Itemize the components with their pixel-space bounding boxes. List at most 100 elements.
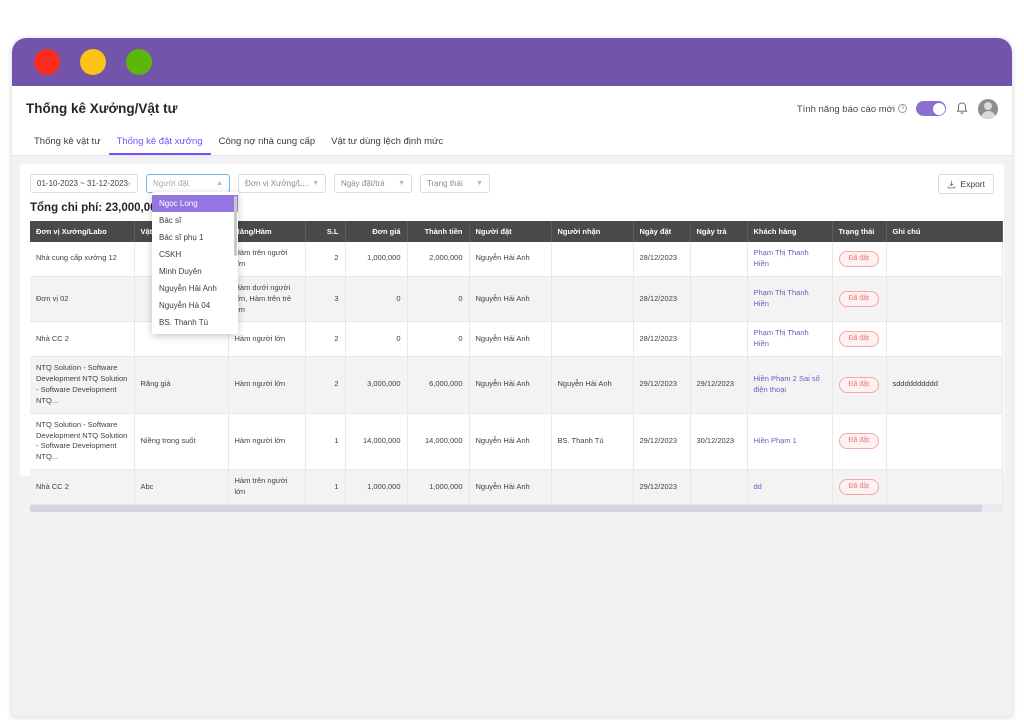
cell-so-luong: 3 (305, 276, 346, 323)
cell-so-luong: 2 (305, 242, 346, 277)
cell-nguoi-dat: Nguyễn Hải Anh (469, 321, 552, 358)
cell-rang-ham: Hàm dưới người lớn, Hàm trên trẻ em (228, 276, 306, 323)
dropdown-option-cskh[interactable]: CSKH (152, 246, 238, 263)
cell-trang-thai: Đã đặt (832, 469, 887, 505)
cell-rang-ham: Hàm người lớn (228, 356, 306, 414)
cell-ghi-chu (886, 276, 1003, 323)
status-badge[interactable]: Đã đặt (838, 290, 880, 308)
tab-thong-ke-vat-tu[interactable]: Thống kê vật tư (26, 136, 109, 155)
cell-nguoi-nhan (551, 276, 634, 323)
nguoi-dat-dropdown[interactable]: Ngọc Long Bác sĩ Bác sĩ phụ 1 CSKH Minh … (152, 192, 238, 334)
dropdown-option-bs-thanh-tu[interactable]: BS. Thanh Tú (152, 314, 238, 331)
chevron-down-icon: ▼ (312, 180, 319, 187)
col-ngay-tra[interactable]: Ngày trả (690, 221, 748, 242)
dropdown-option-nguyen-hai-anh[interactable]: Nguyễn Hải Anh (152, 280, 238, 297)
cell-nguoi-nhan (551, 469, 634, 505)
horizontal-scrollbar-thumb[interactable] (30, 504, 982, 512)
chevron-down-icon: ▼ (398, 180, 405, 187)
close-window-button[interactable] (34, 49, 60, 75)
horizontal-scrollbar-track[interactable] (30, 504, 1002, 512)
bell-icon[interactable] (955, 101, 969, 117)
dropdown-option-ngoc-long[interactable]: Ngọc Long (152, 195, 238, 212)
ngay-dat-tra-label: Ngày đặt/trả (341, 179, 385, 188)
minimize-window-button[interactable] (80, 49, 106, 75)
cell-khach-hang: Hiền Phạm 2 Sai số điện thoại (747, 356, 833, 414)
col-so-luong[interactable]: S.L (305, 221, 346, 242)
app-window: Thống kê Xưởng/Vật tư Tính năng báo cáo … (12, 38, 1012, 716)
col-khach-hang[interactable]: Khách hàng (747, 221, 833, 242)
nguoi-dat-placeholder: Người đặt (153, 179, 189, 188)
col-don-gia[interactable]: Đơn giá (345, 221, 408, 242)
col-thanh-tien[interactable]: Thành tiền (407, 221, 470, 242)
cell-trang-thai: Đã đặt (832, 242, 887, 277)
cell-ghi-chu (886, 469, 1003, 505)
cell-nguoi-nhan: Nguyễn Hải Anh (551, 356, 634, 414)
cell-ghi-chu (886, 321, 1003, 358)
avatar[interactable] (978, 98, 998, 119)
table-row[interactable]: Nhà CC 2 Abc Hàm trên người lớn 1 1,000,000 1… (30, 469, 1003, 505)
don-vi-xuong-select[interactable]: Đơn vị Xưởng/L... ▼ (238, 174, 326, 193)
report-card: 01-10-2023 ~ 31-12-2023 Người đặt ▲ Đơn … (20, 164, 1004, 512)
cell-ngay-tra (690, 276, 748, 323)
cell-thanh-tien: 14,000,000 (407, 413, 470, 471)
tab-bar: Thống kê vật tư Thống kê đặt xưởng Công … (12, 131, 1012, 156)
cell-trang-thai: Đã đặt (832, 413, 887, 471)
cell-ghi-chu: sdddddddddd (886, 356, 1003, 414)
cell-nguoi-dat: Nguyễn Hải Anh (469, 413, 552, 471)
table-row[interactable]: NTQ Solution - Software Development NTQ … (30, 413, 1003, 471)
info-icon[interactable] (898, 103, 907, 113)
tab-vat-tu-dung-lech-dinh-muc[interactable]: Vật tư dùng lệch định mức (323, 136, 451, 155)
nguoi-dat-select[interactable]: Người đặt ▲ (146, 174, 230, 193)
dropdown-option-bac-si-phu-1[interactable]: Bác sĩ phụ 1 (152, 229, 238, 246)
cell-ngay-tra (690, 321, 748, 358)
cell-ngay-dat: 28/12/2023 (633, 276, 691, 323)
col-ngay-dat[interactable]: Ngày đặt (633, 221, 691, 242)
col-trang-thai[interactable]: Trạng thái (832, 221, 887, 242)
cell-thanh-tien: 1,000,000 (407, 469, 470, 505)
cell-khach-hang: Hiền Phạm 1 (747, 413, 833, 471)
cell-khach-hang: dd (747, 469, 833, 505)
col-don-vi-xuong-labo[interactable]: Đơn vị Xưởng/Labo (30, 221, 135, 242)
cell-nguoi-dat: Nguyễn Hải Anh (469, 469, 552, 505)
download-icon (948, 180, 956, 188)
col-ghi-chu[interactable]: Ghi chú (886, 221, 1003, 242)
tab-cong-no-nha-cung-cap[interactable]: Công nợ nhà cung cấp (211, 136, 324, 155)
cell-nguoi-nhan (551, 321, 634, 358)
cell-vat-tu: Niềng trong suốt (134, 413, 229, 471)
table-row[interactable]: NTQ Solution - Software Development NTQ … (30, 356, 1003, 414)
dropdown-option-minh-duyen[interactable]: Minh Duyên (152, 263, 238, 280)
date-range-picker[interactable]: 01-10-2023 ~ 31-12-2023 (30, 174, 138, 193)
cell-nguoi-dat: Nguyễn Hải Anh (469, 356, 552, 414)
status-badge[interactable]: Đã đặt (838, 250, 880, 267)
status-badge[interactable]: Đã đặt (838, 331, 880, 348)
maximize-window-button[interactable] (126, 49, 152, 75)
export-label: Export (960, 179, 985, 189)
trang-thai-label: Trạng thái (427, 179, 463, 188)
cell-don-gia: 1,000,000 (345, 242, 408, 277)
status-badge[interactable]: Đã đặt (838, 376, 880, 393)
status-badge[interactable]: Đã đặt (838, 478, 880, 496)
chevron-down-icon: ▼ (476, 180, 483, 187)
export-button[interactable]: Export (938, 174, 994, 194)
cell-don-gia: 14,000,000 (345, 413, 408, 471)
cell-ngay-dat: 29/12/2023 (633, 356, 691, 414)
trang-thai-select[interactable]: Trạng thái ▼ (420, 174, 490, 193)
cell-vat-tu: Abc (134, 469, 229, 505)
col-nguoi-dat[interactable]: Người đặt (469, 221, 552, 242)
dropdown-scrollbar[interactable] (234, 196, 237, 256)
tab-thong-ke-dat-xuong[interactable]: Thống kê đặt xưởng (108, 136, 211, 155)
cell-nguoi-dat: Nguyễn Hải Anh (469, 276, 552, 323)
ngay-dat-tra-select[interactable]: Ngày đặt/trả ▼ (334, 174, 412, 193)
cell-rang-ham: Hàm trên người lớn (228, 242, 306, 277)
dropdown-option-bac-si[interactable]: Bác sĩ (152, 212, 238, 229)
col-rang-ham[interactable]: Răng/Hàm (228, 221, 306, 242)
cell-so-luong: 1 (305, 413, 346, 471)
chevron-up-icon: ▲ (216, 180, 223, 187)
cell-don-gia: 0 (345, 276, 408, 323)
col-nguoi-nhan[interactable]: Người nhận (551, 221, 634, 242)
status-badge[interactable]: Đã đặt (838, 433, 880, 450)
header-actions: Tính năng báo cáo mới (797, 98, 998, 119)
report-feature-toggle[interactable] (916, 101, 946, 116)
cell-so-luong: 1 (305, 469, 346, 505)
dropdown-option-nguyen-ha-04[interactable]: Nguyễn Hà 04 (152, 297, 238, 314)
